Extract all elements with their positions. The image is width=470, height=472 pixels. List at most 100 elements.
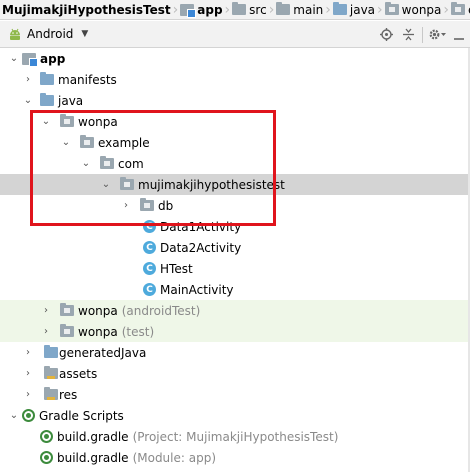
class-icon: C bbox=[143, 262, 156, 275]
chevron-down-icon[interactable]: ⌄ bbox=[8, 405, 20, 426]
folder-icon bbox=[40, 93, 54, 106]
hide-panel-button[interactable] bbox=[448, 24, 470, 46]
package-icon bbox=[60, 114, 74, 127]
breadcrumb-label: wonpa bbox=[401, 2, 442, 17]
folder-icon bbox=[44, 366, 58, 379]
package-icon bbox=[120, 177, 134, 190]
chevron-down-icon[interactable]: ⌄ bbox=[80, 153, 92, 174]
gear-icon bbox=[429, 29, 446, 40]
target-icon bbox=[379, 28, 393, 41]
tree-node-example[interactable]: ⌄ example bbox=[0, 132, 470, 153]
class-icon: C bbox=[143, 241, 156, 254]
project-view-label: Android bbox=[27, 27, 74, 41]
tree-node-manifests[interactable]: › manifests bbox=[0, 69, 470, 90]
tree-node-mujimakjihypothesistest[interactable]: ⌄ mujimakjihypothesistest bbox=[0, 174, 470, 195]
tree-node-wonpa[interactable]: ⌄ wonpa bbox=[0, 111, 470, 132]
tree-node-build-gradle-project[interactable]: build.gradle (Project: MujimakjiHypothes… bbox=[0, 426, 470, 447]
tree-node-wonpa-androidtest[interactable]: › wonpa (androidTest) bbox=[0, 300, 470, 321]
collapse-all-button[interactable] bbox=[397, 24, 419, 46]
tree-label: com bbox=[118, 156, 144, 171]
tree-node-class[interactable]: C Data1Activity bbox=[0, 216, 470, 237]
package-icon bbox=[451, 2, 465, 15]
breadcrumb-item-example[interactable]: e bbox=[449, 0, 470, 19]
breadcrumb-item-wonpa[interactable]: wonpa bbox=[383, 0, 444, 19]
tree-node-class[interactable]: C MainActivity bbox=[0, 279, 470, 300]
tree-label-suffix: (Project: MujimakjiHypothesisTest) bbox=[132, 429, 339, 444]
tree-label: wonpa bbox=[78, 303, 118, 318]
tree-node-db[interactable]: › db bbox=[0, 195, 470, 216]
tree-label: Gradle Scripts bbox=[39, 408, 124, 423]
tree-label: MainActivity bbox=[160, 282, 234, 297]
android-icon bbox=[10, 28, 20, 40]
chevron-right-icon[interactable]: › bbox=[40, 321, 52, 342]
module-icon bbox=[22, 52, 38, 67]
package-icon bbox=[60, 324, 74, 337]
chevron-right-icon[interactable]: › bbox=[22, 69, 34, 90]
tree-label: db bbox=[158, 198, 174, 213]
tree-node-app[interactable]: ⌄ app bbox=[0, 48, 470, 69]
chevron-right-icon[interactable]: › bbox=[22, 384, 34, 405]
package-icon bbox=[384, 2, 399, 15]
tree-label: wonpa bbox=[78, 114, 118, 129]
folder-icon bbox=[44, 387, 58, 400]
tree-label: build.gradle bbox=[57, 429, 129, 444]
collapse-all-icon bbox=[402, 28, 414, 41]
tree-node-java[interactable]: ⌄ java bbox=[0, 90, 470, 111]
chevron-down-icon[interactable]: ⌄ bbox=[40, 111, 52, 132]
tree-node-class[interactable]: C HTest bbox=[0, 258, 470, 279]
project-tree: ⌄ app › manifests ⌄ java ⌄ wonpa ⌄ examp… bbox=[0, 48, 470, 468]
package-icon bbox=[80, 135, 94, 148]
package-icon bbox=[100, 156, 114, 169]
breadcrumb-label: app bbox=[197, 2, 223, 17]
chevron-right-icon[interactable]: › bbox=[22, 363, 34, 384]
chevron-down-icon[interactable]: ⌄ bbox=[100, 174, 112, 195]
breadcrumb-item-java[interactable]: java bbox=[331, 0, 377, 19]
tree-node-res[interactable]: › res bbox=[0, 384, 470, 405]
chevron-down-icon[interactable]: ⌄ bbox=[22, 90, 34, 111]
breadcrumb-item-project[interactable]: MujimakjiHypothesisTest bbox=[0, 0, 173, 19]
tree-label: HTest bbox=[160, 261, 193, 276]
toolbar-divider bbox=[422, 26, 423, 43]
tree-node-gradle-scripts[interactable]: ⌄ Gradle Scripts bbox=[0, 405, 470, 426]
class-icon: C bbox=[143, 220, 156, 233]
module-icon bbox=[180, 3, 197, 18]
settings-button[interactable] bbox=[426, 24, 448, 46]
tree-label: build.gradle bbox=[57, 450, 129, 465]
package-icon bbox=[60, 303, 74, 316]
project-view-dropdown[interactable]: Android ▼ bbox=[8, 23, 88, 45]
tree-label: mujimakjihypothesistest bbox=[138, 177, 285, 192]
tree-label: res bbox=[59, 387, 78, 402]
hide-icon bbox=[454, 38, 464, 40]
chevron-down-icon[interactable]: ⌄ bbox=[60, 132, 72, 153]
breadcrumb-item-src[interactable]: src bbox=[230, 0, 269, 19]
breadcrumb: MujimakjiHypothesisTest › app › src › ma… bbox=[0, 0, 470, 20]
folder-icon bbox=[40, 72, 54, 85]
tree-node-class[interactable]: C Data2Activity bbox=[0, 237, 470, 258]
tree-node-assets[interactable]: › assets bbox=[0, 363, 470, 384]
tree-label: generatedJava bbox=[59, 345, 147, 360]
folder-icon bbox=[276, 2, 291, 15]
breadcrumb-label: main bbox=[293, 2, 324, 17]
tree-node-generatedjava[interactable]: › generatedJava bbox=[0, 342, 470, 363]
tree-label: assets bbox=[59, 366, 98, 381]
folder-icon bbox=[232, 2, 247, 15]
breadcrumb-item-main[interactable]: main bbox=[274, 0, 325, 19]
folder-icon bbox=[44, 345, 58, 358]
tree-label: app bbox=[40, 51, 66, 66]
locate-file-button[interactable] bbox=[375, 24, 397, 46]
chevron-right-icon[interactable]: › bbox=[120, 195, 132, 216]
gradle-icon bbox=[40, 430, 53, 443]
tree-label-suffix: (androidTest) bbox=[121, 303, 201, 318]
breadcrumb-item-app[interactable]: app bbox=[178, 0, 224, 19]
tree-node-com[interactable]: ⌄ com bbox=[0, 153, 470, 174]
tree-label: java bbox=[58, 93, 84, 108]
chevron-right-icon[interactable]: › bbox=[22, 342, 34, 363]
breadcrumb-label: java bbox=[349, 2, 376, 17]
chevron-down-icon[interactable]: ⌄ bbox=[8, 48, 20, 69]
chevron-right-icon[interactable]: › bbox=[40, 300, 52, 321]
tree-node-build-gradle-module[interactable]: build.gradle (Module: app) bbox=[0, 447, 470, 468]
tree-node-wonpa-test[interactable]: › wonpa (test) bbox=[0, 321, 470, 342]
tree-label-suffix: (Module: app) bbox=[132, 450, 217, 465]
chevron-down-icon: ▼ bbox=[81, 29, 89, 39]
package-icon bbox=[140, 198, 154, 211]
